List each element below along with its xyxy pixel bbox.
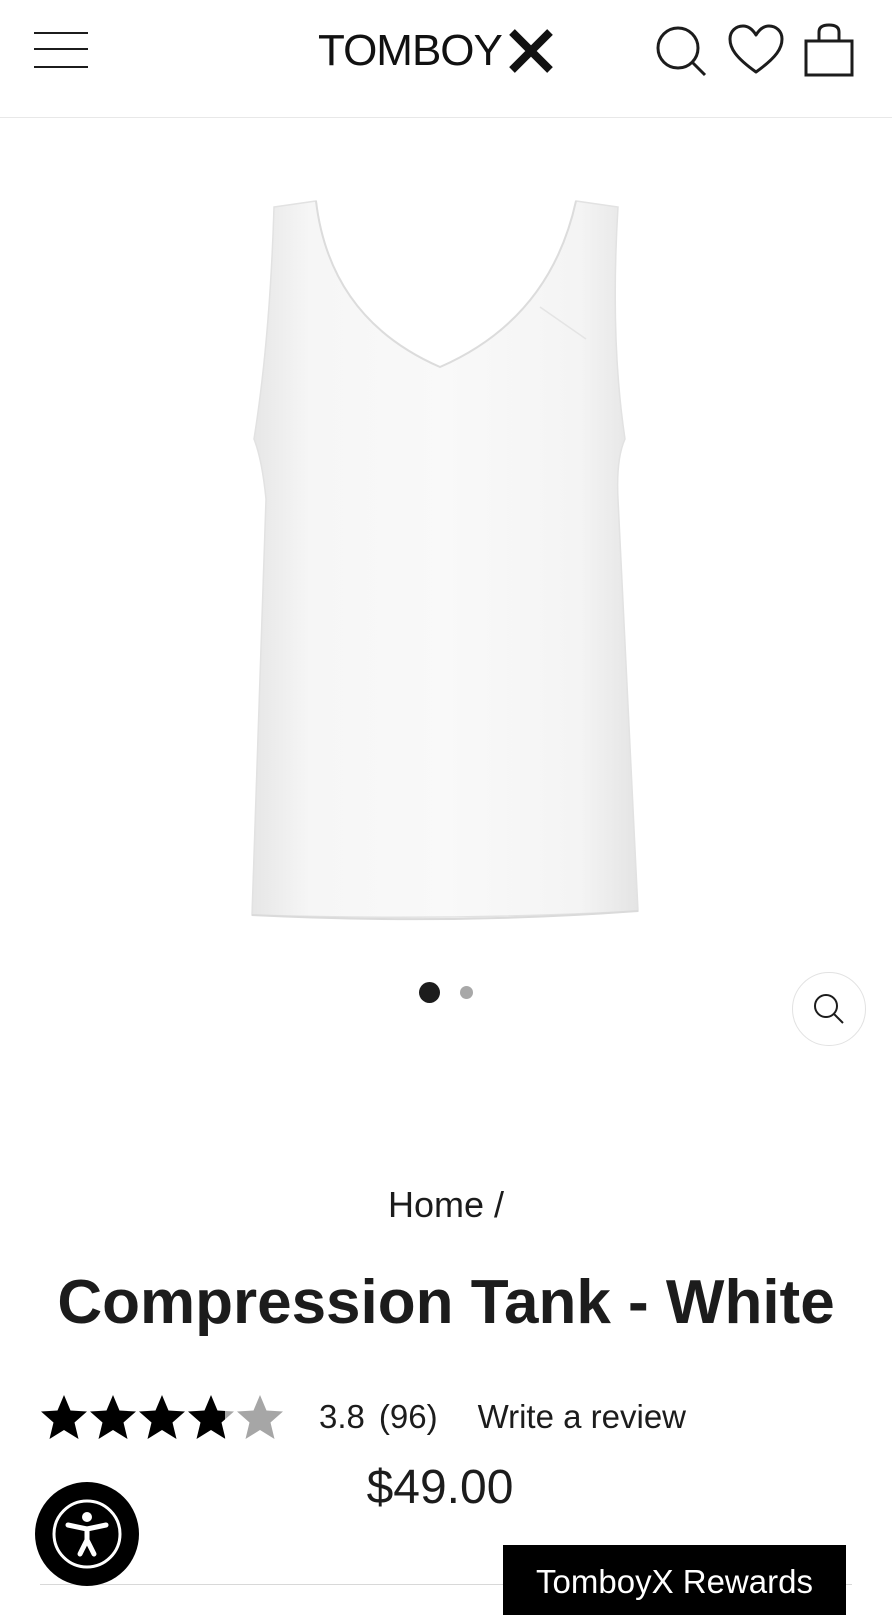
site-logo[interactable]: TOMBOY <box>318 26 554 76</box>
gallery-dot-1[interactable] <box>419 982 440 1003</box>
menu-icon[interactable] <box>32 28 90 72</box>
product-title: Compression Tank - White <box>57 1268 835 1337</box>
accessibility-button[interactable] <box>35 1482 139 1586</box>
breadcrumb-home-link[interactable]: Home <box>388 1184 484 1225</box>
breadcrumb-separator: / <box>494 1184 505 1225</box>
logo-x-mark <box>509 29 553 73</box>
gallery-pagination <box>0 982 892 1003</box>
write-review-link[interactable]: Write a review <box>478 1398 686 1436</box>
star-icon <box>139 1395 185 1439</box>
gallery-dot-2[interactable] <box>460 986 473 999</box>
star-icon <box>237 1395 283 1439</box>
logo-text: TOMBOY <box>318 26 503 75</box>
rating-row: 3.8 (96) Write a review <box>40 1390 686 1444</box>
rating-value: 3.8 <box>319 1398 365 1435</box>
search-icon[interactable] <box>652 22 710 80</box>
shopping-bag-icon[interactable] <box>801 22 859 80</box>
product-image[interactable] <box>240 199 660 959</box>
heart-icon[interactable] <box>727 22 785 80</box>
star-rating[interactable] <box>40 1393 285 1441</box>
star-icon <box>90 1395 136 1439</box>
review-count[interactable]: (96) <box>379 1398 438 1436</box>
star-icon <box>41 1395 87 1439</box>
rewards-button[interactable]: TomboyX Rewards <box>503 1545 846 1615</box>
breadcrumb: Home / <box>0 1183 892 1227</box>
product-gallery <box>0 119 892 1079</box>
accessibility-icon <box>52 1499 122 1569</box>
star-icon <box>188 1395 234 1439</box>
site-header: TOMBOY <box>0 0 892 118</box>
